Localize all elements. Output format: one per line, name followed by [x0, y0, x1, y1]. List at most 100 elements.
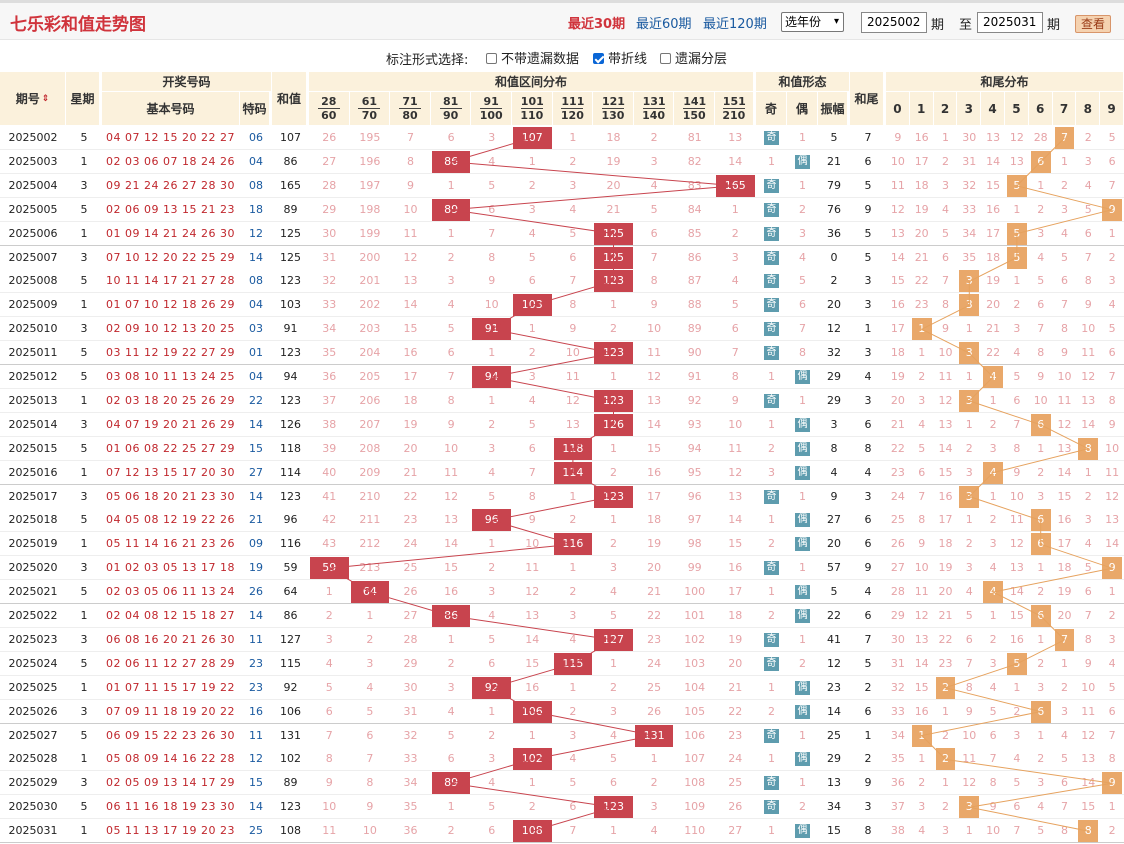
query-button[interactable]: 查看	[1075, 15, 1111, 33]
zone-miss: 85	[687, 226, 702, 240]
zone-miss: 2	[569, 585, 577, 599]
zone-miss: 34	[403, 776, 418, 790]
special-number: 11	[249, 728, 263, 742]
option-no-missing[interactable]: 不带遗漏数据	[486, 48, 579, 67]
tail-hit: 7	[1054, 127, 1075, 149]
checkbox[interactable]	[486, 53, 497, 64]
tail-miss: 25	[890, 513, 905, 527]
zone-miss: 11	[565, 370, 580, 383]
zone-miss: 83	[687, 178, 702, 192]
zone-miss: 11	[444, 465, 459, 479]
zone-miss: 22	[728, 704, 743, 718]
zone-miss: 13	[525, 609, 540, 622]
zone-miss: 2	[609, 322, 617, 336]
even-miss: 1	[799, 489, 806, 503]
sum-value: 86	[283, 609, 298, 622]
tail-miss: 3	[1037, 680, 1045, 694]
checkbox[interactable]	[660, 53, 671, 64]
zone-miss: 90	[687, 346, 702, 360]
range-link-120[interactable]: 最近120期	[703, 13, 767, 32]
range-link-30[interactable]: 最近30期	[568, 13, 625, 32]
issue-number: 2025012	[8, 370, 58, 383]
zone-miss: 1	[447, 226, 455, 240]
odd-miss: 1	[768, 585, 775, 599]
basic-numbers: 05 11 13 17 19 20 23	[106, 824, 235, 838]
weekday: 5	[80, 131, 88, 144]
zone-miss: 43	[322, 537, 337, 551]
sum-tail: 4	[864, 465, 872, 479]
zone-miss: 35	[403, 800, 418, 814]
zone-miss: 2	[609, 465, 617, 479]
zone-miss: 96	[687, 489, 702, 503]
tail-miss: 23	[938, 656, 953, 670]
tail-miss: 1	[1108, 226, 1116, 240]
tail-miss: 8	[1037, 346, 1045, 360]
sort-icon[interactable]: ⇕	[42, 94, 50, 104]
issue-number: 2025027	[8, 728, 58, 742]
tail-miss: 1	[1108, 800, 1116, 814]
zone-miss: 195	[359, 131, 381, 144]
zone-miss: 4	[569, 202, 577, 216]
basic-numbers: 01 02 03 05 13 17 18	[106, 561, 235, 575]
tail-miss: 9	[1037, 370, 1045, 383]
tail-miss: 4	[1084, 178, 1092, 192]
tail-miss: 7	[989, 752, 997, 766]
amplitude: 29	[827, 370, 841, 383]
tail-miss: 19	[986, 274, 1001, 288]
zone-miss: 34	[322, 322, 337, 336]
option-line[interactable]: 带折线	[593, 48, 647, 67]
range-link-60[interactable]: 最近60期	[636, 13, 692, 32]
odd-badge: 奇	[764, 131, 779, 145]
zone-hit: 103	[513, 294, 552, 317]
header-zone-3: 81 90	[430, 92, 472, 126]
tail-miss: 10	[1057, 370, 1072, 383]
tail-miss: 3	[941, 824, 949, 838]
zone-miss: 6	[528, 441, 536, 455]
basic-numbers: 01 07 10 12 18 26 29	[106, 298, 235, 312]
zone-miss: 10	[565, 346, 580, 360]
from-issue-input[interactable]: 2025002	[861, 12, 927, 33]
tail-miss: 9	[989, 800, 997, 814]
zone-hit: 123	[594, 389, 633, 412]
zone-miss: 6	[447, 346, 455, 360]
odd-badge: 奇	[764, 226, 779, 241]
checkbox-checked[interactable]	[593, 53, 604, 64]
tail-miss: 11	[914, 585, 929, 599]
weekday: 1	[80, 154, 88, 168]
issue-number: 2025018	[8, 513, 58, 527]
even-miss: 2	[799, 202, 806, 216]
tail-miss: 4	[918, 417, 926, 431]
tail-miss: 3	[1084, 154, 1092, 168]
table-row: 2025003 1 02 03 06 07 18 24 26 04 86 27 196 8 86…	[0, 149, 1124, 174]
zone-miss: 15	[403, 322, 418, 336]
option-label: 标注形式选择:	[386, 53, 469, 68]
to-issue-input[interactable]: 2025031	[977, 12, 1043, 33]
header-tail: 和尾	[850, 72, 886, 126]
tail-miss: 15	[890, 274, 905, 288]
option-layered[interactable]: 遗漏分层	[660, 48, 727, 67]
zone-miss: 1	[731, 202, 739, 216]
header-odd: 奇	[756, 92, 787, 126]
zone-hit: 94	[472, 366, 511, 388]
zone-miss: 12	[565, 393, 580, 407]
zone-miss: 3	[366, 656, 374, 670]
zone-miss: 2	[528, 800, 536, 814]
tail-miss: 3	[965, 465, 973, 479]
tail-miss: 7	[1108, 728, 1116, 742]
table-row: 2025023 3 06 08 16 20 21 26 30 11 127 3 2 28 1 5 1…	[0, 627, 1124, 652]
zone-miss: 14	[647, 417, 662, 431]
special-number: 04	[249, 370, 263, 383]
header-issue[interactable]: 期号 ⇕	[0, 72, 66, 126]
option-text: 带折线	[608, 52, 648, 67]
table-row: 2025015 5 01 06 08 22 25 27 29 15 118 39 208 20…	[0, 436, 1124, 461]
issue-number: 2025008	[8, 274, 58, 288]
tail-hit: 5	[1007, 174, 1027, 197]
odd-badge: 奇	[764, 274, 779, 289]
table-row: 2025029 3 02 05 09 13 14 17 29 15 89 9 8 34 89 4 1…	[0, 771, 1124, 796]
zone-miss: 27	[728, 824, 743, 838]
zone-miss: 23	[403, 513, 418, 527]
year-select[interactable]: 选年份 ▾	[781, 12, 844, 32]
issue-number: 2025007	[8, 250, 58, 264]
sum-value: 92	[283, 680, 298, 694]
tail-miss: 6	[1084, 226, 1092, 240]
